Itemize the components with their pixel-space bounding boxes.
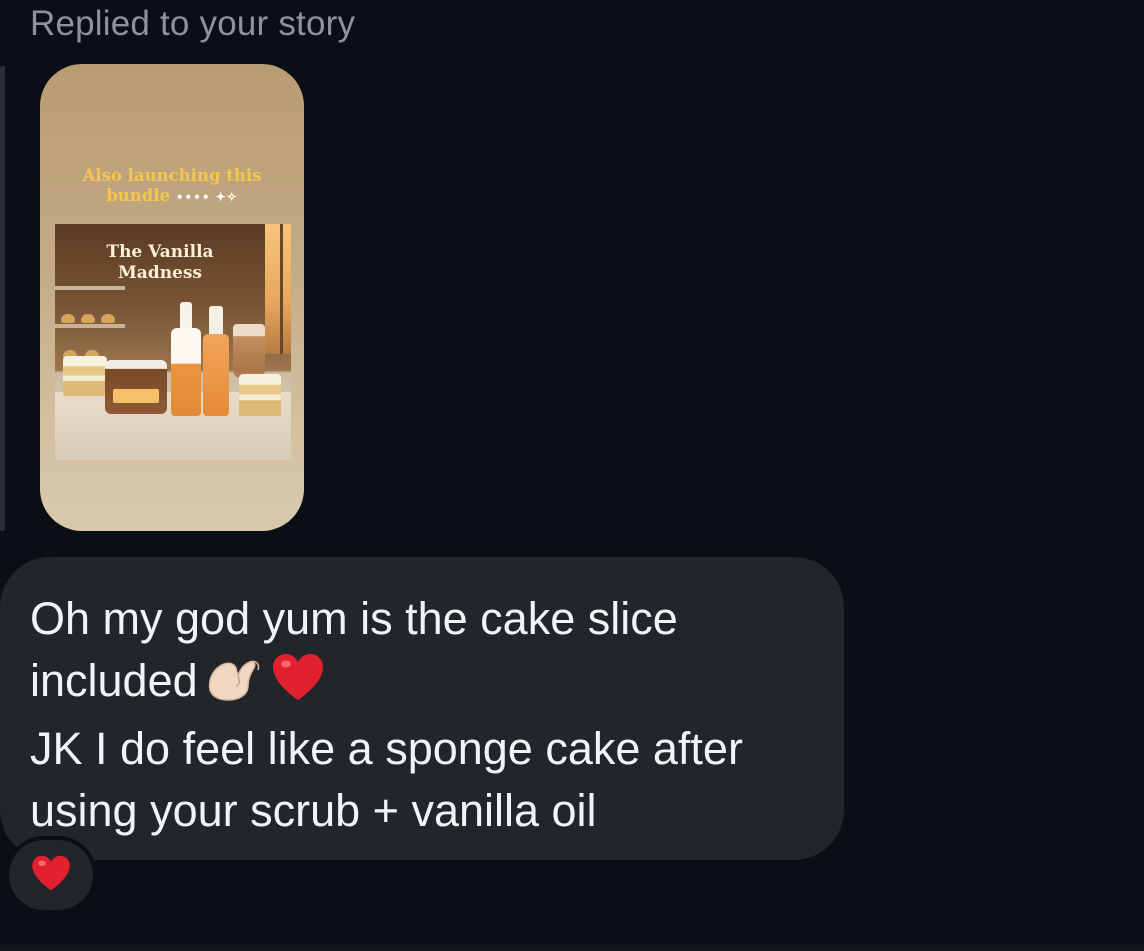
lotion-bottle — [171, 328, 201, 416]
spray-cap — [209, 306, 223, 336]
red-heart-icon — [270, 652, 326, 718]
dm-thread-screen: Replied to your story Also launching thi… — [0, 0, 1144, 951]
scrub-jar-label — [113, 389, 159, 403]
message-line: Oh my god yum is the cake slice — [30, 588, 830, 650]
message-line-text: Oh my god yum is the cake slice — [30, 593, 678, 644]
pastry — [81, 314, 95, 323]
iced-latte-cup — [233, 324, 265, 378]
message-line: included — [30, 650, 830, 718]
window-frame — [280, 224, 283, 354]
bakery-shelf — [55, 324, 125, 328]
reply-quote-bar — [0, 66, 5, 531]
story-preview-thumbnail[interactable]: Also launching this bundle •••• ✦✧ The V… — [40, 64, 304, 531]
message-line: using your scrub + vanilla oil — [30, 780, 830, 842]
message-line: JK I do feel like a sponge cake after — [30, 718, 830, 780]
reaction-badge[interactable] — [9, 840, 93, 910]
scrub-jar — [105, 360, 167, 414]
bundle-title: The Vanilla Madness — [106, 242, 214, 283]
message-line-text: JK I do feel like a sponge cake after — [30, 723, 743, 774]
message-line-text: included — [30, 655, 198, 706]
replied-to-story-label: Replied to your story — [30, 4, 356, 43]
pinching-hand-icon — [204, 650, 264, 718]
vanilla-oil-bottle — [203, 334, 229, 416]
message-text: Oh my god yum is the cake slice included… — [30, 588, 830, 842]
reaction-pill[interactable] — [5, 836, 97, 914]
cake-slice — [63, 356, 107, 396]
bottom-divider — [0, 941, 1144, 951]
sparkles-icon: •••• ✦✧ — [175, 190, 238, 204]
story-caption: Also launching this bundle •••• ✦✧ — [40, 166, 304, 207]
pump-cap — [180, 302, 192, 330]
product-bundle-photo: The Vanilla Madness — [55, 224, 291, 460]
bakery-shelf — [55, 286, 125, 290]
pastry — [61, 314, 75, 323]
message-line-text: using your scrub + vanilla oil — [30, 785, 597, 836]
window-light — [265, 224, 291, 354]
cake-slice — [239, 374, 281, 416]
red-heart-icon — [30, 854, 72, 897]
pastry — [101, 314, 115, 323]
